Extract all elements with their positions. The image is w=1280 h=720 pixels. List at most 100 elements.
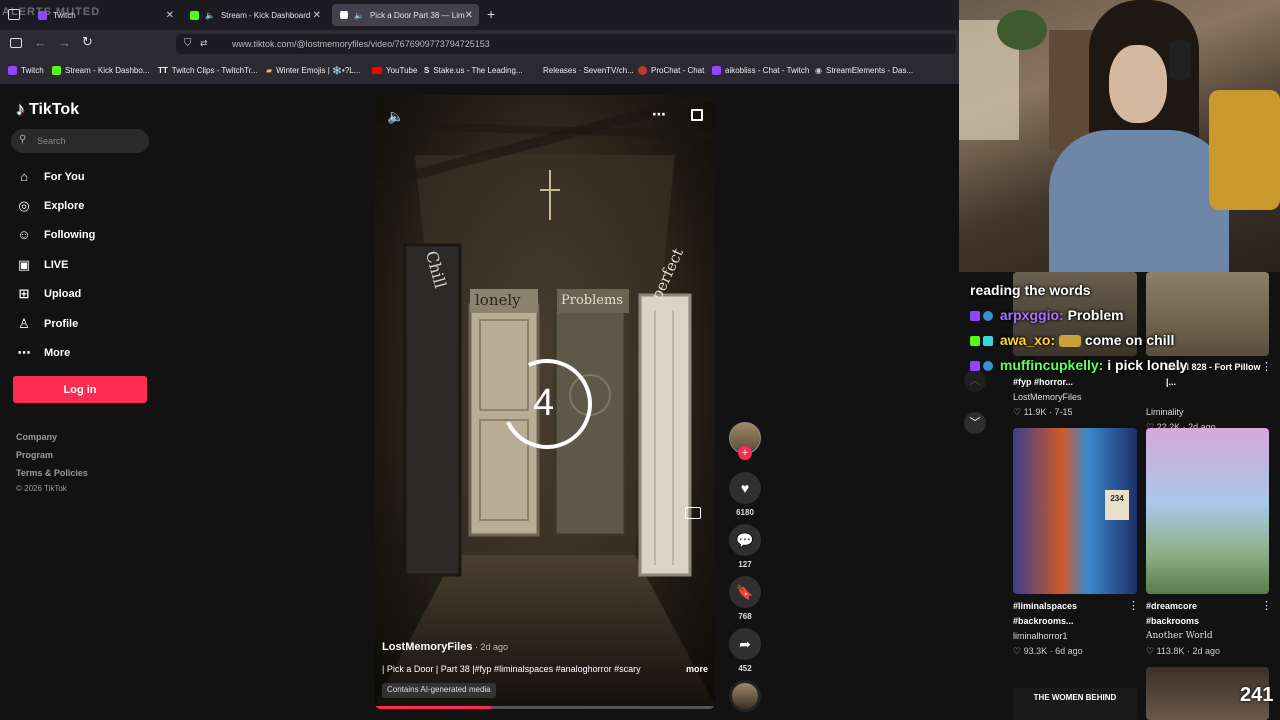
prochat-icon	[638, 66, 647, 75]
tab-tiktok[interactable]: 🔈 Pick a Door Part 38 — Limi ✕	[332, 4, 479, 26]
thumb-caption: THE WOMEN BEHIND	[1033, 693, 1117, 702]
tiktok-note-icon: ♪	[16, 99, 25, 119]
related-meta-4[interactable]: #dreamcore #backrooms Another World ♡ 11…	[1146, 599, 1270, 659]
close-tab-icon[interactable]: ✕	[166, 10, 174, 21]
comment-icon: 💬	[729, 524, 761, 556]
thumb-sign: 234	[1105, 490, 1129, 520]
tab-twitch[interactable]: Twitch ✕	[30, 4, 180, 26]
music-disc[interactable]	[729, 680, 761, 712]
picture-in-picture-icon[interactable]	[685, 507, 701, 519]
tab-list-icon[interactable]	[8, 9, 20, 20]
new-tab-button[interactable]: +	[487, 6, 495, 22]
bookmark-item[interactable]: ▰ Winter Emojis | ❄️•?L...	[266, 66, 360, 75]
person-face	[1109, 45, 1167, 123]
scroll-down-button[interactable]: ﹀	[964, 412, 986, 434]
headphones	[1169, 40, 1191, 80]
close-tab-icon[interactable]: ✕	[313, 10, 321, 21]
forward-button[interactable]: →	[58, 35, 71, 50]
webcam-feed	[959, 0, 1280, 272]
heart-icon: ♡	[1013, 407, 1024, 417]
back-button[interactable]: ←	[34, 35, 47, 50]
kick-badge-icon	[970, 336, 980, 347]
progress-fill	[375, 706, 491, 709]
creator-avatar[interactable]: +	[729, 422, 761, 460]
fullscreen-icon[interactable]	[691, 109, 703, 121]
bookmark-item[interactable]: S Stake.us - The Leading...	[424, 66, 523, 75]
permissions-icon[interactable]: ⇄	[200, 38, 208, 49]
scroll-up-button[interactable]: ︿	[964, 370, 986, 392]
bookmark-item[interactable]: Releases · SevenTV/ch...	[543, 66, 634, 75]
nav-upload[interactable]: ⊞ Upload	[16, 286, 82, 302]
footer-terms[interactable]: Terms & Policies	[16, 468, 88, 478]
video-author-line: LostMemoryFiles · 2d ago	[382, 641, 508, 653]
nav-toolbar: ← → ↻ ⛉ ⇄ www.tiktok.com/@lostmemoryfile…	[0, 30, 960, 58]
video-author[interactable]: LostMemoryFiles	[382, 641, 472, 653]
tab-kick[interactable]: 🔈 Stream - Kick Dashboard ✕	[182, 4, 327, 26]
nav-more[interactable]: ⋯ More	[16, 345, 71, 361]
url-bar[interactable]: ⛉ ⇄ www.tiktok.com/@lostmemoryfiles/vide…	[176, 34, 956, 54]
stake-icon: S	[424, 66, 430, 75]
save-button[interactable]: 🔖 768	[729, 576, 761, 621]
related-meta-1[interactable]: #fyp #horror... LostMemoryFiles ♡ 11.9K …	[1013, 375, 1137, 420]
more-options-icon[interactable]: ⋮	[1128, 599, 1139, 612]
more-options-icon[interactable]: ⋮	[1261, 360, 1272, 373]
live-icon: ▣	[17, 257, 31, 272]
search-icon: ⚲	[19, 134, 27, 145]
video-description: | Pick a Door | Part 38 |#fyp #liminalsp…	[382, 664, 641, 674]
related-thumb-4[interactable]	[1146, 428, 1269, 594]
music-disc-icon	[729, 680, 761, 712]
related-meta-3[interactable]: #liminalspaces #backrooms... liminalhorr…	[1013, 599, 1137, 659]
tiktok-icon	[340, 11, 348, 19]
nav-profile[interactable]: ♙ Profile	[16, 316, 78, 332]
nav-following[interactable]: ☺ Following	[16, 227, 95, 242]
bookmark-item[interactable]: Stream - Kick Dashbo...	[52, 66, 149, 75]
nav-explore[interactable]: ◎ Explore	[16, 198, 84, 214]
shield-icon: ⛉	[184, 38, 192, 49]
plant	[997, 10, 1047, 50]
following-icon: ☺	[17, 227, 31, 242]
nav-for-you[interactable]: ⌂ For You	[16, 169, 84, 184]
chat-line-1: reading the words	[970, 282, 1091, 298]
bookmark-item[interactable]: Twitch	[8, 66, 44, 75]
bookmark-item[interactable]: aikobliss - Chat - Twitch	[712, 66, 809, 75]
countdown-number: 4	[533, 382, 555, 424]
progress-track[interactable]	[375, 706, 715, 709]
chat-line-2: arpxggio: Problem	[970, 307, 1124, 323]
chat-username: arpxggio:	[999, 307, 1064, 323]
folder-icon: ▰	[266, 66, 273, 75]
nav-live[interactable]: ▣ LIVE	[16, 257, 69, 273]
share-count: 452	[738, 664, 752, 673]
twitch-icon	[38, 10, 47, 20]
like-button[interactable]: ♥ 6180	[729, 472, 761, 517]
youtube-icon	[372, 67, 382, 74]
bookmark-item[interactable]: YouTube	[372, 66, 417, 75]
search-input[interactable]: ⚲ Search	[11, 129, 149, 153]
more-options-icon[interactable]: ⋮	[1261, 599, 1272, 612]
twitch-icon	[8, 66, 17, 75]
login-button[interactable]: Log in	[13, 376, 147, 403]
video-player[interactable]: Chill lonely Problems perfect 🔈 ⋯ 4	[375, 95, 715, 709]
sidebar-toggle-icon[interactable]	[10, 38, 22, 48]
follow-plus-icon[interactable]: +	[738, 446, 752, 460]
reload-button[interactable]: ↻	[82, 34, 93, 50]
save-count: 768	[738, 612, 752, 621]
related-thumb-3[interactable]: 234	[1013, 428, 1137, 594]
more-options-icon[interactable]: ⋯	[652, 106, 666, 123]
footer-program[interactable]: Program	[16, 450, 53, 460]
bookmark-item[interactable]: ◉ StreamElements - Das...	[815, 66, 913, 75]
related-thumb-5[interactable]: THE WOMEN BEHIND	[1013, 688, 1137, 720]
mute-icon[interactable]: 🔈	[387, 108, 404, 125]
footer-company[interactable]: Company	[16, 432, 57, 442]
close-tab-icon[interactable]: ✕	[465, 10, 473, 21]
bookmark-item[interactable]: TT Twitch Clips - TwitchTr...	[158, 66, 258, 75]
bookmark-item[interactable]: ProChat - Chat	[638, 66, 704, 75]
gem-badge-icon	[983, 336, 993, 347]
tiktok-logo[interactable]: ♪ TikTok	[16, 99, 79, 120]
video-age: · 2d ago	[474, 642, 509, 652]
heart-icon: ♡	[1013, 646, 1024, 656]
heart-icon: ♡	[1146, 646, 1157, 656]
twitch-badge-icon	[970, 361, 980, 372]
share-button[interactable]: ➦ 452	[729, 628, 761, 673]
comment-button[interactable]: 💬 127	[729, 524, 761, 569]
more-link[interactable]: more	[686, 664, 708, 674]
